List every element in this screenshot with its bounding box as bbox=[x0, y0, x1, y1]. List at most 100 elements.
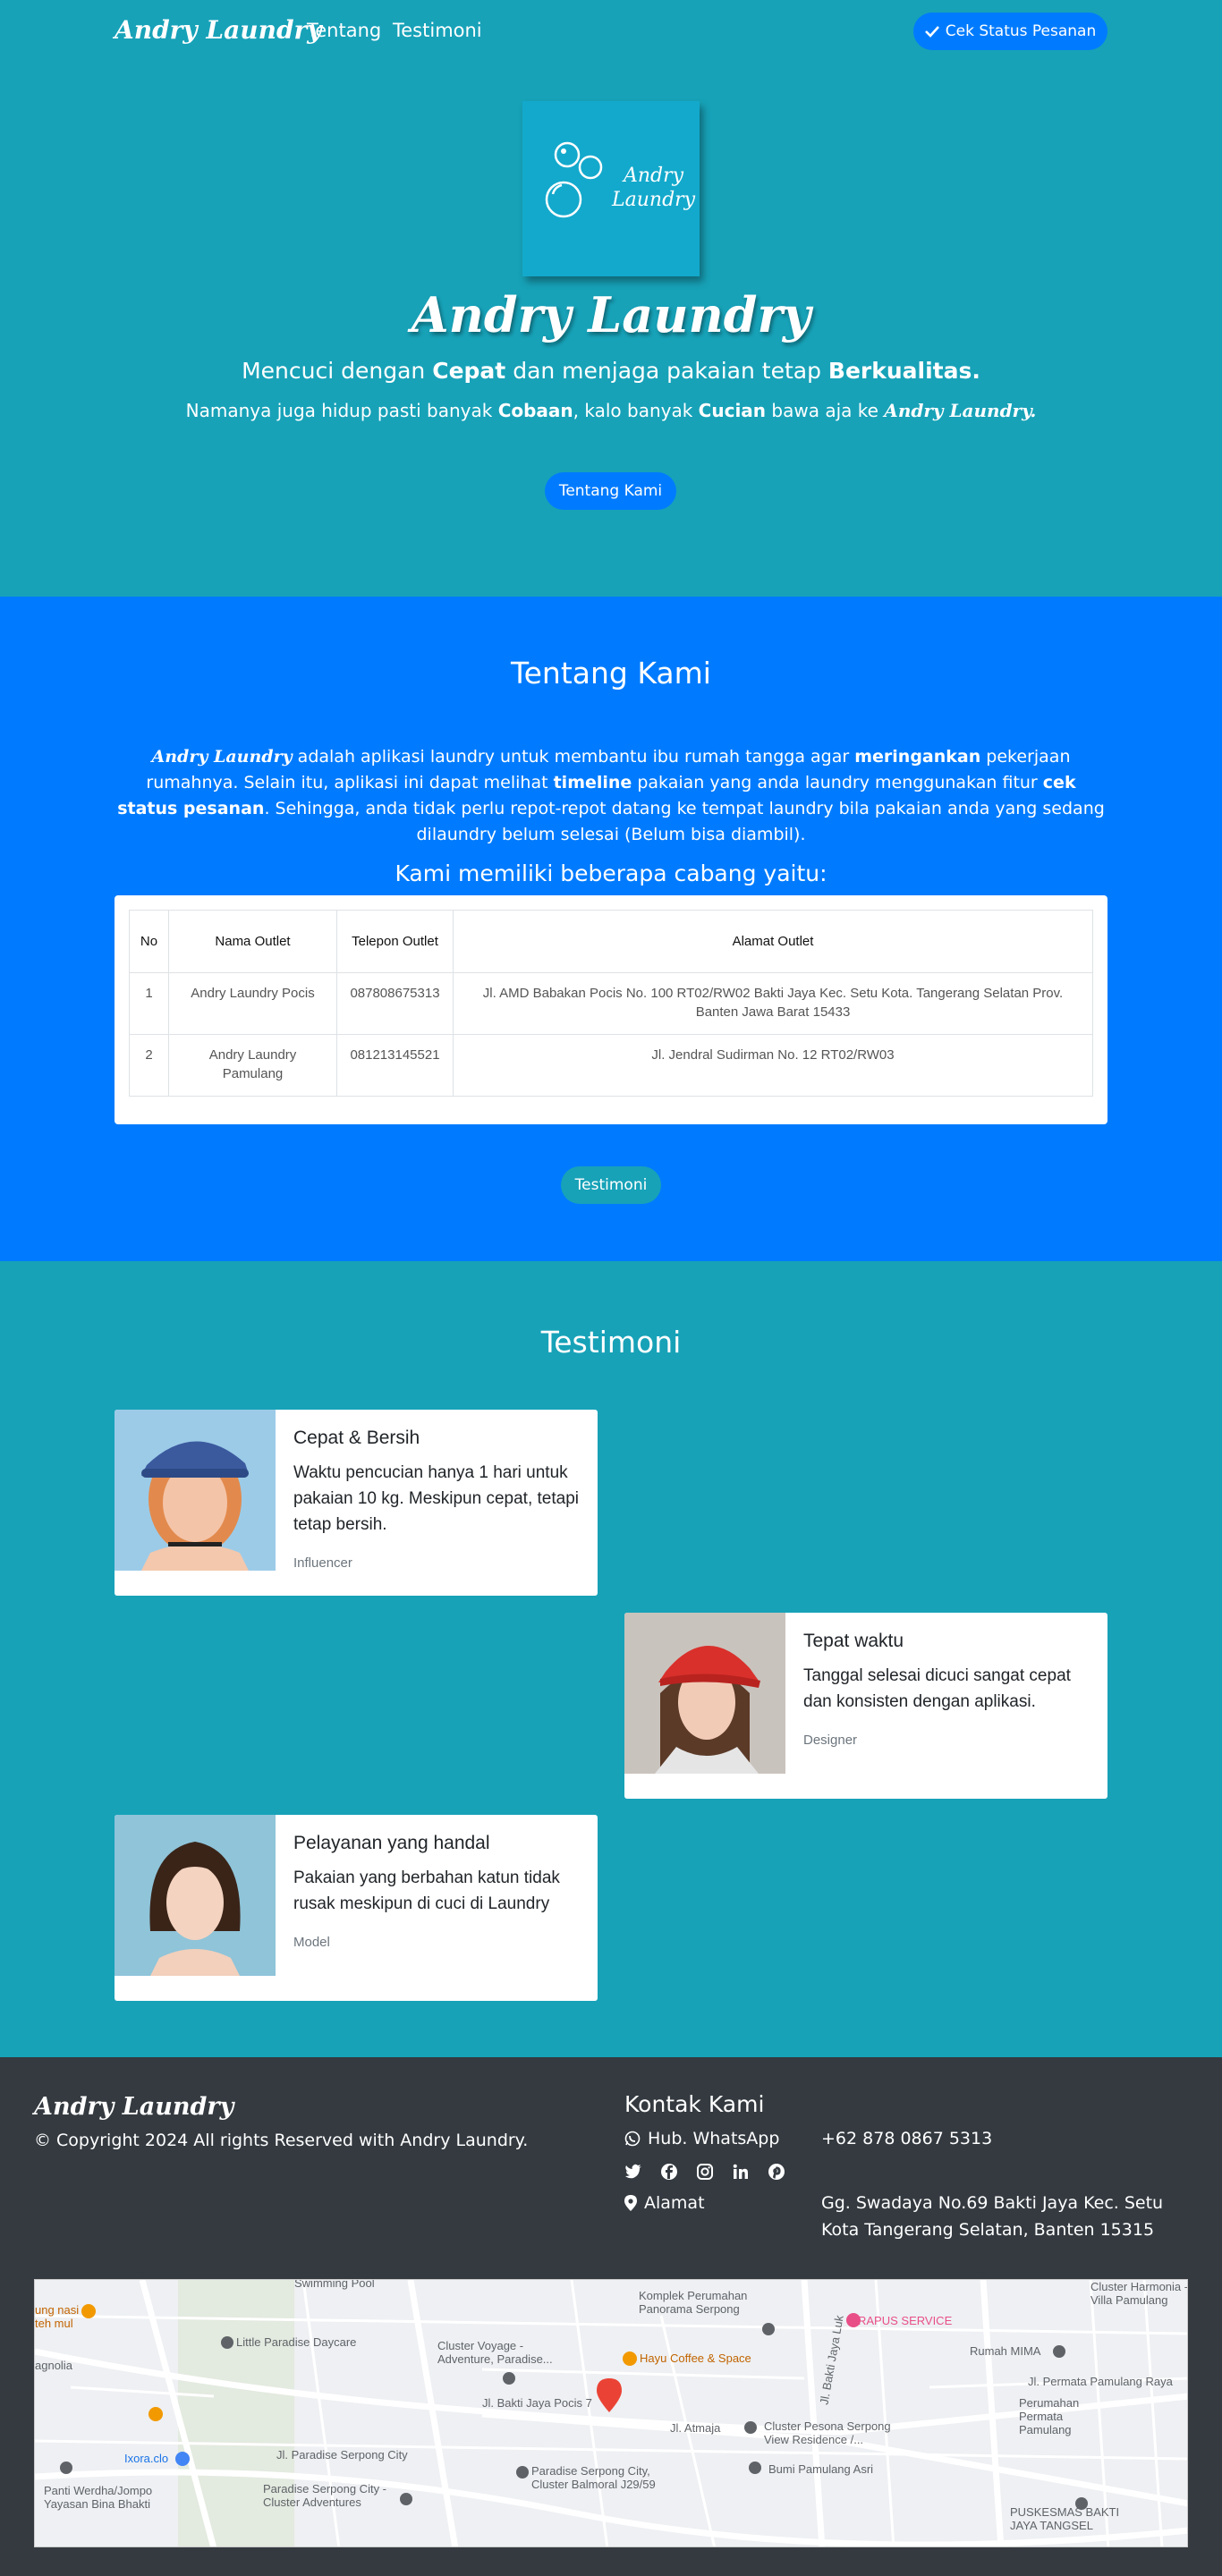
map-label: agnolia bbox=[35, 2359, 72, 2372]
tagline-bold: Cepat bbox=[432, 358, 506, 384]
logo-line-1: Andry bbox=[624, 165, 684, 187]
testimoni-button[interactable]: Testimoni bbox=[561, 1166, 661, 1204]
address-label: Alamat bbox=[644, 2193, 705, 2213]
table-cell: 087808675313 bbox=[336, 972, 454, 1035]
testimonials-title: Testimoni bbox=[540, 1325, 682, 1360]
about-text: . Sehingga, anda tidak perlu repot-repot… bbox=[264, 799, 1105, 844]
tagline-bold: Berkualitas. bbox=[827, 358, 980, 384]
subtagline-part: Namanya juga hidup pasti banyak bbox=[185, 400, 498, 421]
twitter-icon[interactable] bbox=[624, 2163, 642, 2181]
map-label: Jl. Atmaja bbox=[670, 2421, 721, 2435]
testimonial-title: Pelayanan yang handal bbox=[293, 1833, 490, 1853]
testimonial-photo-model bbox=[115, 1815, 276, 1976]
nav-link-testimoni[interactable]: Testimoni bbox=[393, 20, 482, 41]
tentang-kami-button[interactable]: Tentang Kami bbox=[545, 472, 676, 510]
map-label: Paradise Serpong City - Cluster Adventur… bbox=[263, 2482, 387, 2509]
contact-address: Alamat bbox=[624, 2193, 705, 2213]
testimonial-text: Waktu pencucian hanya 1 hari untuk pakai… bbox=[293, 1463, 579, 1534]
footer-copyright: © Copyright 2024 All rights Reserved wit… bbox=[34, 2131, 529, 2150]
table-cell: 081213145521 bbox=[336, 1034, 454, 1097]
contact-whatsapp[interactable]: Hub. WhatsApp bbox=[624, 2129, 779, 2148]
pinterest-icon[interactable] bbox=[768, 2163, 785, 2181]
col-alamat: Alamat Outlet bbox=[453, 910, 1093, 973]
hero-logo-text: Andry Laundry bbox=[612, 164, 695, 212]
testimonial-text: Pakaian yang berbahan katun tidak rusak … bbox=[293, 1868, 560, 1913]
subtagline-brand: Andry Laundry. bbox=[884, 400, 1037, 421]
map-label: Cluster Voyage - Adventure, Paradise... bbox=[437, 2339, 553, 2366]
testimonial-photo-influencer bbox=[115, 1410, 276, 1571]
testimonials-section: Testimoni Cepat & Bersih Waktu pencucian… bbox=[0, 1261, 1222, 2057]
whatsapp-icon bbox=[624, 2131, 641, 2147]
table-cell: Andry Laundry Pamulang bbox=[168, 1034, 337, 1097]
testimonial-title: Tepat waktu bbox=[803, 1631, 904, 1651]
about-text: pakaian yang anda laundry menggunakan fi… bbox=[632, 773, 1043, 792]
nav-link-tentang[interactable]: Tentang bbox=[307, 20, 381, 41]
map-label: Jl. Bakti Jaya Pocis 7 bbox=[482, 2396, 592, 2410]
about-description: Andry Laundry adalah aplikasi laundry un… bbox=[115, 744, 1107, 848]
testimonial-role: Model bbox=[293, 1935, 330, 1950]
map-label: PUSKESMAS BAKTI JAYA TANGSEL bbox=[1010, 2505, 1120, 2532]
hero-logo: Andry Laundry bbox=[522, 101, 700, 276]
logo-line-2: Laundry bbox=[612, 189, 696, 211]
map-label: Ixora.clo bbox=[124, 2452, 169, 2465]
table-header-row: No Nama Outlet Telepon Outlet Alamat Out… bbox=[129, 910, 1093, 973]
testimonial-body: Cepat & Bersih Waktu pencucian hanya 1 h… bbox=[293, 1428, 580, 1571]
hero-tagline: Mencuci dengan Cepat dan menjaga pakaian… bbox=[0, 358, 1222, 384]
table-row: 2 Andry Laundry Pamulang 081213145521 Jl… bbox=[129, 1034, 1093, 1097]
testimonial-body: Tepat waktu Tanggal selesai dicuci sanga… bbox=[803, 1631, 1090, 1748]
table-row: 1 Andry Laundry Pocis 087808675313 Jl. A… bbox=[129, 972, 1093, 1035]
about-bold: meringankan bbox=[854, 747, 981, 767]
branches-subtitle: Kami memiliki beberapa cabang yaitu: bbox=[395, 860, 827, 886]
hero-title: Andry Laundry bbox=[411, 286, 811, 343]
instagram-icon[interactable] bbox=[696, 2163, 714, 2181]
hero-subtagline: Namanya juga hidup pasti banyak Cobaan, … bbox=[0, 400, 1222, 421]
facebook-icon[interactable] bbox=[660, 2163, 678, 2181]
testimonial-card: Tepat waktu Tanggal selesai dicuci sanga… bbox=[624, 1613, 1107, 1799]
outlet-table-card: No Nama Outlet Telepon Outlet Alamat Out… bbox=[115, 895, 1107, 1124]
location-map[interactable]: Swimming Pool Komplek Perumahan Panorama… bbox=[34, 2279, 1188, 2547]
cek-status-button[interactable]: Cek Status Pesanan bbox=[913, 13, 1107, 50]
map-label: Cluster Pesona Serpong View Residence /.… bbox=[764, 2419, 891, 2446]
testimonial-text: Tanggal selesai dicuci sangat cepat dan … bbox=[803, 1666, 1071, 1711]
map-label: Panti Werdha/Jompo Yayasan Bina Bhakti bbox=[44, 2484, 153, 2511]
cek-status-label: Cek Status Pesanan bbox=[945, 22, 1097, 40]
table-cell: Andry Laundry Pocis bbox=[168, 972, 337, 1035]
map-label: Bumi Pamulang Asri bbox=[768, 2462, 874, 2476]
map-label: Swimming Pool bbox=[294, 2279, 375, 2290]
subtagline-part: , kalo banyak bbox=[573, 400, 699, 421]
map-label: Hayu Coffee & Space bbox=[640, 2351, 751, 2365]
map-label: Komplek Perumahan Panorama Serpong bbox=[639, 2289, 748, 2316]
about-bold: timeline bbox=[553, 773, 632, 792]
table-cell: Jl. Jendral Sudirman No. 12 RT02/RW03 bbox=[453, 1034, 1093, 1097]
table-cell: Jl. AMD Babakan Pocis No. 100 RT02/RW02 … bbox=[453, 972, 1093, 1035]
col-nama-outlet: Nama Outlet bbox=[168, 910, 337, 973]
about-brand: Andry Laundry bbox=[151, 747, 293, 767]
whatsapp-number[interactable]: +62 878 0867 5313 bbox=[821, 2125, 1197, 2152]
map-label: Rumah MIMA bbox=[970, 2344, 1041, 2358]
hero-section: Andry Laundry Andry Laundry Mencuci deng… bbox=[0, 63, 1222, 597]
about-section: Tentang Kami Andry Laundry adalah aplika… bbox=[0, 597, 1222, 1261]
check-icon bbox=[924, 26, 939, 38]
testimonial-card: Cepat & Bersih Waktu pencucian hanya 1 h… bbox=[115, 1410, 598, 1596]
map-label: Perumahan Permata Pamulang bbox=[1019, 2396, 1080, 2436]
testimonial-role: Influencer bbox=[293, 1555, 352, 1571]
map-label: Cluster Harmonia - Villa Pamulang bbox=[1090, 2280, 1188, 2307]
map-label: ung nasi teh mul bbox=[35, 2303, 80, 2330]
map-label: Jl. Paradise Serpong City bbox=[276, 2448, 408, 2462]
testimonial-title: Cepat & Bersih bbox=[293, 1428, 420, 1448]
map-label: Jl. Permata Pamulang Raya bbox=[1028, 2375, 1173, 2388]
tagline-part: Mencuci dengan bbox=[242, 358, 433, 384]
testimonial-card: Pelayanan yang handal Pakaian yang berba… bbox=[115, 1815, 598, 2001]
navbar: Andry Laundry Tentang Testimoni Cek Stat… bbox=[0, 0, 1222, 63]
social-links bbox=[624, 2163, 785, 2181]
outlet-table: No Nama Outlet Telepon Outlet Alamat Out… bbox=[129, 910, 1093, 1097]
testimonial-role: Designer bbox=[803, 1733, 858, 1748]
about-title: Tentang Kami bbox=[511, 656, 711, 691]
nav-brand[interactable]: Andry Laundry bbox=[115, 15, 322, 45]
subtagline-bold: Cobaan bbox=[497, 400, 573, 421]
linkedin-icon[interactable] bbox=[732, 2163, 750, 2181]
col-telepon: Telepon Outlet bbox=[336, 910, 454, 973]
testimonial-photo-designer bbox=[624, 1613, 785, 1774]
map-label: Little Paradise Daycare bbox=[236, 2335, 357, 2349]
map-label: RAPUS SERVICE bbox=[858, 2314, 953, 2327]
